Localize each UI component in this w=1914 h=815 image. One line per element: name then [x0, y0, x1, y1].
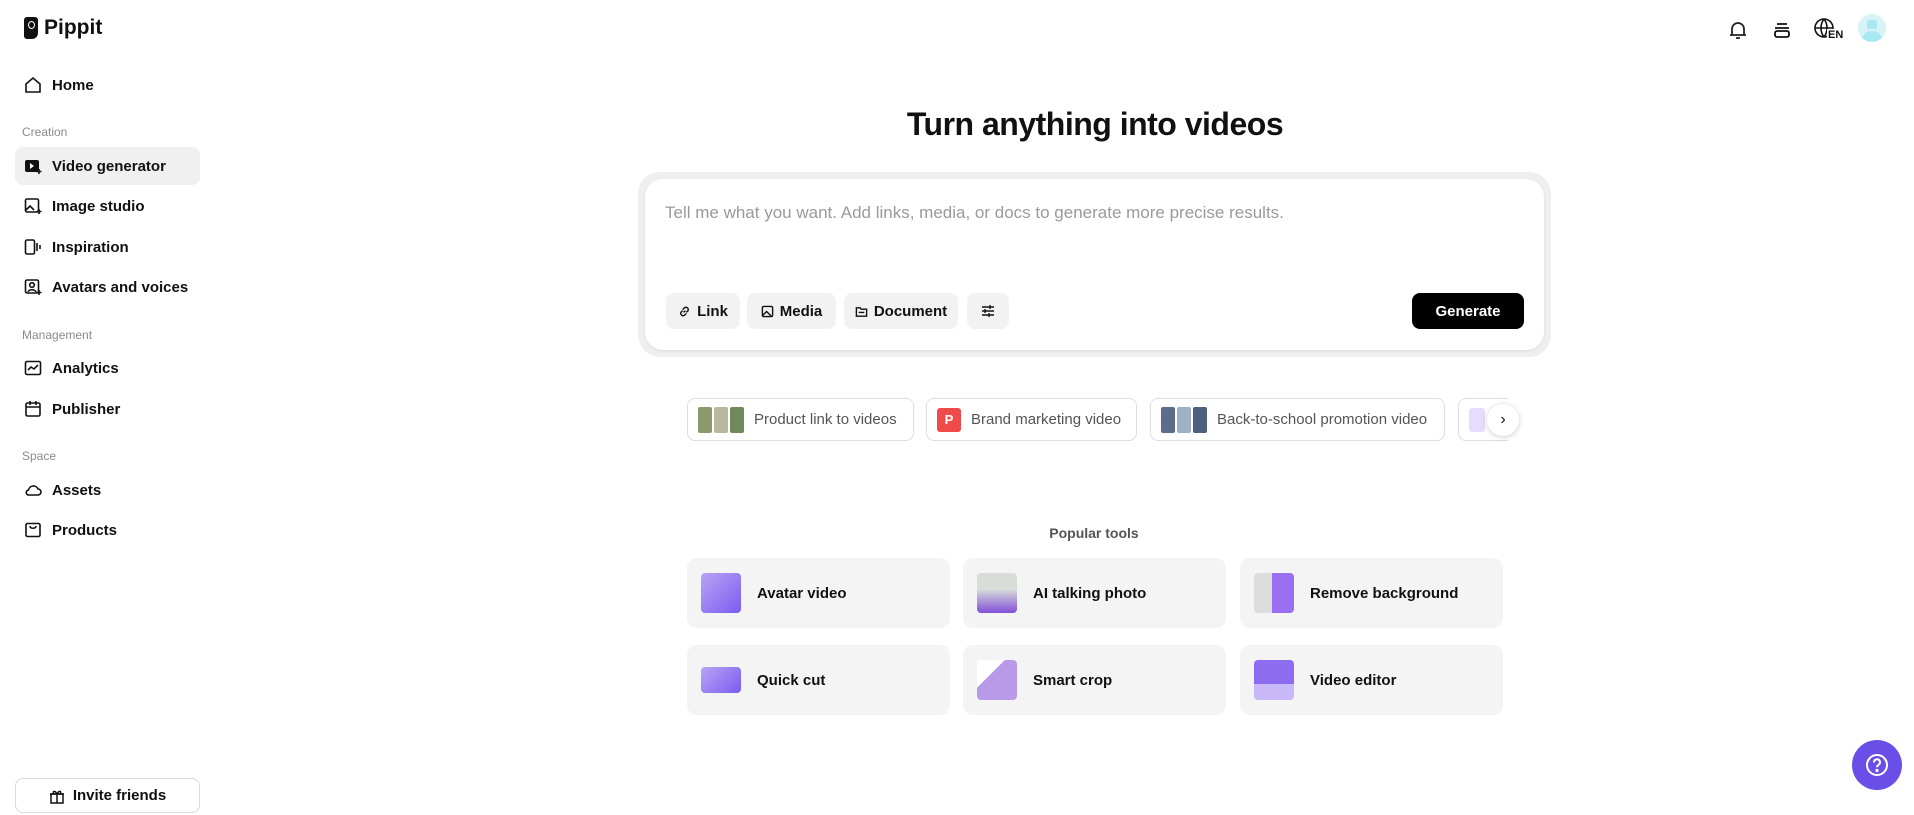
- image-icon: [761, 305, 774, 317]
- sidebar-item-assets[interactable]: Assets: [15, 471, 200, 509]
- chip-back-to-school[interactable]: Back-to-school promotion video: [1150, 398, 1445, 441]
- avatar-video-icon: [701, 573, 741, 613]
- prompt-box: Link Media Document Generate: [645, 179, 1544, 350]
- chevron-right-icon: ›: [1500, 411, 1506, 428]
- link-button[interactable]: Link: [666, 293, 740, 329]
- prompt-input[interactable]: [665, 203, 1515, 223]
- user-avatar[interactable]: [1858, 14, 1886, 42]
- subscription-button[interactable]: [1768, 16, 1796, 44]
- inspiration-icon: [24, 239, 41, 255]
- sidebar-item-image-studio[interactable]: Image studio: [15, 187, 200, 225]
- image-plus-icon: [24, 198, 42, 214]
- sidebar-item-home[interactable]: Home: [15, 66, 200, 104]
- brand-badge-icon: P: [937, 407, 961, 432]
- chips-next-button[interactable]: ›: [1487, 404, 1519, 436]
- video-plus-icon: [25, 160, 42, 174]
- generate-button[interactable]: Generate: [1412, 293, 1524, 329]
- home-icon: [25, 76, 41, 93]
- page-title: Turn anything into videos: [906, 106, 1284, 142]
- tool-quick-cut[interactable]: Quick cut: [687, 645, 950, 715]
- sidebar-item-avatars-voices[interactable]: Avatars and voices: [15, 268, 200, 306]
- folder-icon: [855, 306, 868, 317]
- chart-line-icon: [24, 360, 42, 376]
- question-icon: [1866, 754, 1888, 776]
- section-space: Space: [22, 449, 57, 463]
- chip-brand-marketing[interactable]: P Brand marketing video: [926, 398, 1137, 441]
- tool-ai-talking-photo[interactable]: AI talking photo: [963, 558, 1226, 628]
- notifications-button[interactable]: [1724, 16, 1752, 44]
- sidebar-item-inspiration[interactable]: Inspiration: [15, 228, 200, 266]
- pippit-logo[interactable]: Pippit: [24, 16, 102, 40]
- tool-avatar-video[interactable]: Avatar video: [687, 558, 950, 628]
- sidebar-item-analytics[interactable]: Analytics: [15, 349, 200, 387]
- chip-thumbnail: [1469, 407, 1485, 432]
- remove-background-icon: [1254, 573, 1294, 613]
- sidebar-item-video-generator[interactable]: Video generator: [15, 147, 200, 185]
- stack-icon: [1774, 23, 1790, 38]
- section-management: Management: [22, 328, 93, 342]
- logo-mark-icon: [24, 17, 38, 39]
- quick-cut-icon: [701, 667, 741, 693]
- chip-product-link[interactable]: Product link to videos: [687, 398, 914, 441]
- help-button[interactable]: [1852, 740, 1902, 790]
- calendar-icon: [25, 401, 41, 417]
- bell-icon: [1730, 22, 1746, 39]
- document-button[interactable]: Document: [844, 293, 958, 329]
- chip-thumbnail: [698, 406, 744, 433]
- link-icon: [680, 306, 689, 316]
- avatar-icon: [24, 279, 42, 295]
- popular-tools-heading: Popular tools: [1049, 525, 1139, 541]
- tool-remove-background[interactable]: Remove background: [1240, 558, 1503, 628]
- talking-photo-icon: [977, 573, 1017, 613]
- gift-icon: [49, 790, 64, 804]
- smart-crop-icon: [977, 660, 1017, 700]
- sliders-icon: [982, 305, 994, 317]
- language-button[interactable]: EN: [1811, 16, 1845, 44]
- video-editor-icon: [1254, 660, 1294, 700]
- tool-video-editor[interactable]: Video editor: [1240, 645, 1503, 715]
- sidebar-item-publisher[interactable]: Publisher: [15, 390, 200, 428]
- media-button[interactable]: Media: [747, 293, 836, 329]
- tool-smart-crop[interactable]: Smart crop: [963, 645, 1226, 715]
- cloud-icon: [25, 485, 42, 496]
- settings-button[interactable]: [967, 293, 1009, 329]
- invite-friends-button[interactable]: Invite friends: [15, 778, 200, 813]
- chip-thumbnail: [1161, 406, 1207, 433]
